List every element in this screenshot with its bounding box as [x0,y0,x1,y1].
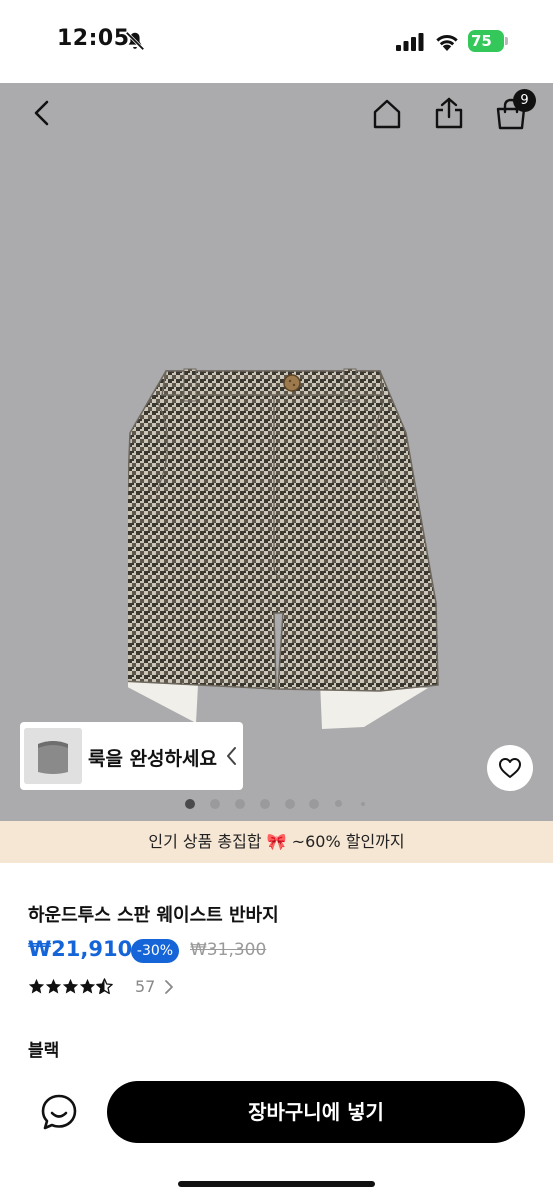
pagination-dot[interactable] [185,799,195,809]
original-price: ₩31,300 [190,940,267,960]
look-thumbnail-image [24,728,82,784]
review-count[interactable]: 57 [135,977,155,996]
status-time: 12:05 [57,26,130,51]
wishlist-button[interactable] [487,745,533,791]
star-full-icon [45,978,62,994]
wifi-icon [436,34,458,51]
star-full-icon [62,978,79,994]
battery-cap [505,37,508,45]
pagination-dot[interactable] [335,800,342,807]
star-full-icon [79,978,96,994]
battery-level: 75 [471,32,492,50]
discount-badge: -30% [131,939,179,963]
status-bar: 12:05 75 [0,0,553,83]
product-title: 하운드투스 스판 웨이스트 반바지 [28,905,279,926]
bell-slash-icon [125,31,145,51]
look-thumbnail [24,728,82,784]
heart-icon [499,758,521,778]
battery-body: 75 [468,30,504,52]
chat-support-icon[interactable] [40,1093,78,1131]
pagination-dot[interactable] [361,802,365,806]
cart-count-badge: 9 [513,89,536,112]
home-icon[interactable] [370,97,404,131]
pagination-dot[interactable] [260,799,270,809]
chevron-right-icon[interactable] [164,979,174,995]
product-photo-shorts [128,368,439,729]
pagination-dot[interactable] [235,799,245,809]
back-chevron-icon[interactable] [26,96,60,130]
cellular-signal-icon [396,33,424,51]
complete-look-card[interactable]: 룩을 완성하세요 [20,722,243,790]
product-image-gallery[interactable]: 룩을 완성하세요 [0,83,553,821]
selected-color-label: 블랙 [28,1041,60,1061]
home-indicator [178,1181,375,1187]
pagination-dot[interactable] [309,799,319,809]
battery-icon: 75 [468,30,508,52]
image-pagination [180,799,380,811]
star-full-icon [28,978,45,994]
product-price: ₩21,910 [28,937,133,961]
share-icon[interactable] [432,96,466,130]
rating-stars[interactable] [28,978,128,996]
promo-banner[interactable]: 인기 상품 총집합 🎀 ~60% 할인까지 [0,821,553,863]
add-to-cart-button[interactable]: 장바구니에 넣기 [107,1081,525,1143]
pagination-dot[interactable] [210,799,220,809]
star-half-icon [96,978,113,995]
complete-look-label: 룩을 완성하세요 [88,748,217,770]
pagination-dot[interactable] [285,799,295,809]
chevron-left-icon[interactable] [224,745,238,767]
